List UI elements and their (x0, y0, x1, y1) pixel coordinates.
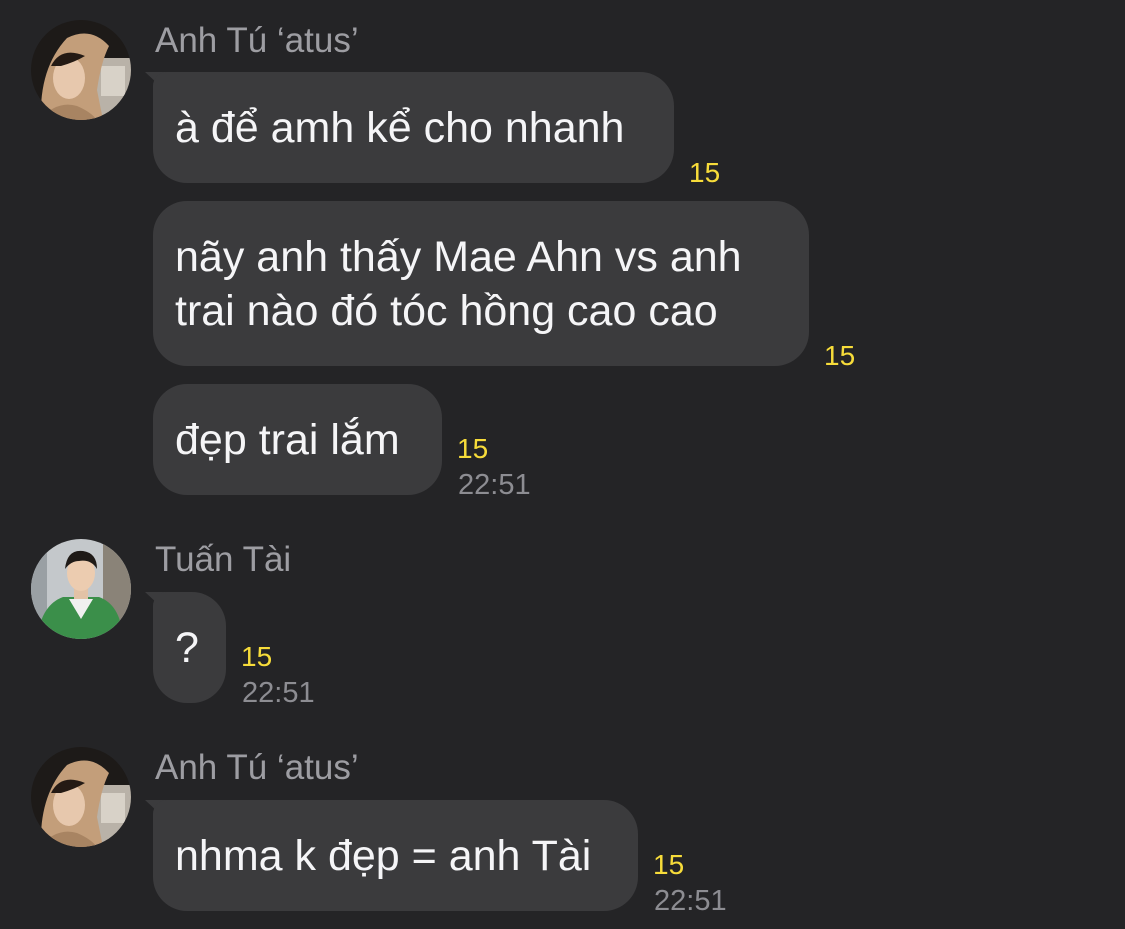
message-text: nhma k đẹp = anh Tài (175, 831, 592, 880)
reaction-count[interactable]: 15 (241, 641, 272, 673)
message-text-line: trai nào đó tóc hồng cao cao (175, 286, 718, 335)
sender-avatar-tuan-tai[interactable] (31, 539, 131, 639)
avatar-tuan-tai-image (31, 539, 131, 639)
sender-name: Anh Tú ‘atus’ (155, 21, 359, 60)
message-text: ? (175, 623, 199, 672)
sender-name: Anh Tú ‘atus’ (155, 748, 359, 787)
message-bubble[interactable]: ? (153, 592, 226, 703)
sender-name: Tuấn Tài (155, 540, 292, 579)
sender-avatar-anh-tu[interactable] (31, 747, 131, 847)
message-text: à để amh kể cho nhanh (175, 103, 625, 152)
message-bubble[interactable]: nhma k đẹp = anh Tài (153, 800, 638, 911)
message-timestamp: 22:51 (654, 885, 727, 917)
message-bubble[interactable]: nãy anh thấy Mae Ahn vs anh trai nào đó … (153, 201, 809, 366)
reaction-count[interactable]: 15 (824, 340, 855, 372)
avatar-anh-tu-image (31, 747, 131, 847)
message-text: đẹp trai lắm (175, 415, 400, 464)
message-bubble[interactable]: đẹp trai lắm (153, 384, 442, 495)
reaction-count[interactable]: 15 (457, 433, 488, 465)
message-text-line: nãy anh thấy Mae Ahn vs anh (175, 232, 742, 281)
message-timestamp: 22:51 (242, 677, 315, 709)
avatar-anh-tu-image (31, 20, 131, 120)
sender-avatar-anh-tu[interactable] (31, 20, 131, 120)
reaction-count[interactable]: 15 (689, 157, 720, 189)
message-timestamp: 22:51 (458, 469, 531, 501)
message-bubble[interactable]: à để amh kể cho nhanh (153, 72, 674, 183)
reaction-count[interactable]: 15 (653, 849, 684, 881)
